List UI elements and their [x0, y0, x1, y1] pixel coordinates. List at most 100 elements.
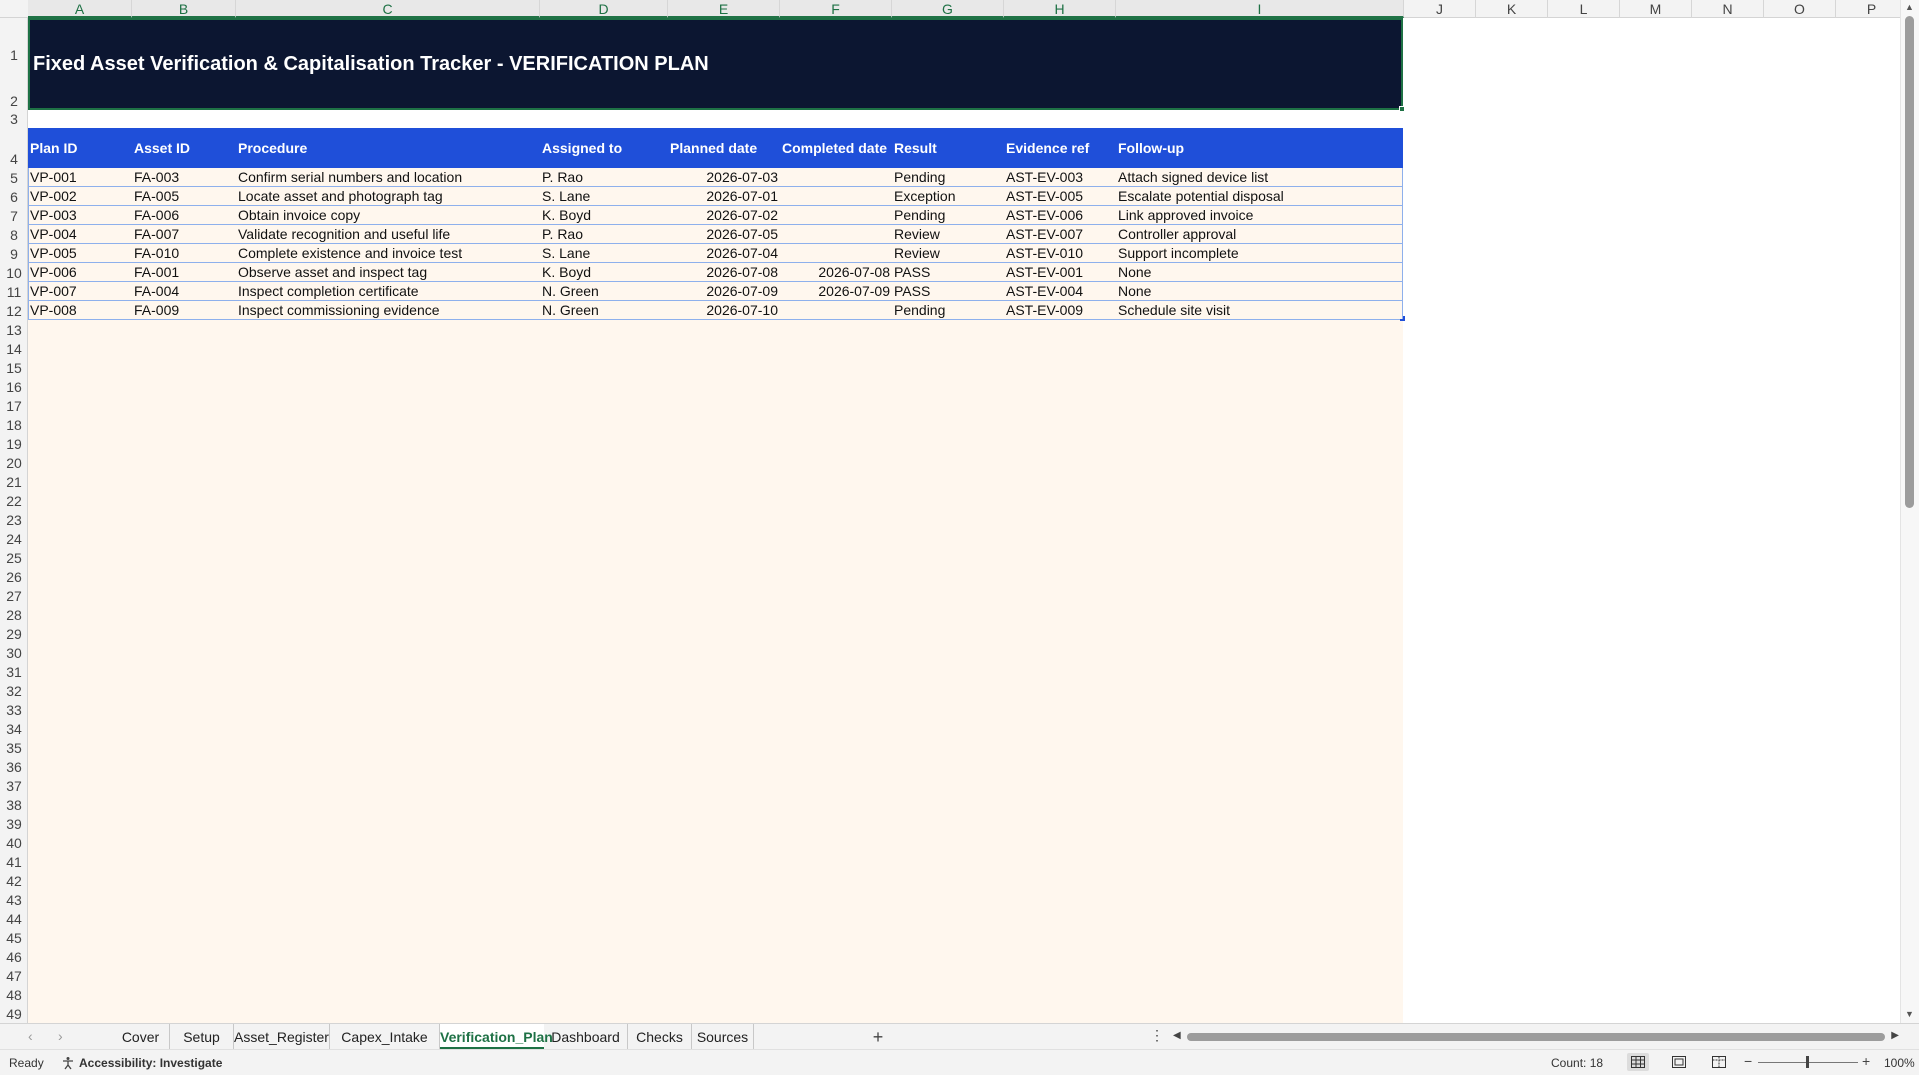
table-cell[interactable]: FA-003: [132, 168, 236, 187]
row-header[interactable]: 24: [0, 529, 27, 548]
table-cell[interactable]: FA-007: [132, 225, 236, 244]
row-header[interactable]: 38: [0, 795, 27, 814]
row-header[interactable]: 44: [0, 909, 27, 928]
column-header[interactable]: G: [892, 0, 1004, 18]
row-header[interactable]: 17: [0, 396, 27, 415]
table-cell[interactable]: PASS: [892, 263, 1004, 282]
row-header[interactable]: 27: [0, 586, 27, 605]
table-cell[interactable]: VP-008: [28, 301, 132, 320]
row-header[interactable]: 46: [0, 947, 27, 966]
scroll-down-icon[interactable]: ▼: [1905, 1009, 1914, 1019]
table-cell[interactable]: S. Lane: [540, 244, 668, 263]
table-cell[interactable]: 2026-07-03: [668, 168, 780, 187]
next-sheet-icon[interactable]: ›: [58, 1028, 63, 1044]
row-header[interactable]: 39: [0, 814, 27, 833]
page-layout-view-button[interactable]: [1668, 1053, 1690, 1071]
table-cell[interactable]: None: [1116, 282, 1403, 301]
table-cell[interactable]: FA-001: [132, 263, 236, 282]
row-header[interactable]: 45: [0, 928, 27, 947]
row-header[interactable]: 41: [0, 852, 27, 871]
table-cell[interactable]: AST-EV-010: [1004, 244, 1116, 263]
table-cell[interactable]: N. Green: [540, 301, 668, 320]
sheet-tab[interactable]: Asset_Register: [234, 1024, 330, 1050]
worksheet-grid[interactable]: Fixed Asset Verification & Capitalisatio…: [28, 18, 1900, 1023]
title-cell[interactable]: Fixed Asset Verification & Capitalisatio…: [28, 18, 1405, 112]
vertical-scroll-thumb[interactable]: [1905, 16, 1914, 508]
row-header[interactable]: 8: [0, 225, 27, 244]
column-header[interactable]: E: [668, 0, 780, 18]
sheet-tab[interactable]: Checks: [628, 1024, 692, 1050]
column-header[interactable]: C: [236, 0, 540, 18]
table-cell[interactable]: Escalate potential disposal: [1116, 187, 1403, 206]
row-header[interactable]: 37: [0, 776, 27, 795]
column-header[interactable]: J: [1404, 0, 1476, 18]
row-header[interactable]: 43: [0, 890, 27, 909]
row-header[interactable]: 4: [0, 128, 27, 168]
table-cell[interactable]: P. Rao: [540, 225, 668, 244]
table-cell[interactable]: Observe asset and inspect tag: [236, 263, 540, 282]
table-cell[interactable]: FA-009: [132, 301, 236, 320]
table-cell[interactable]: VP-003: [28, 206, 132, 225]
table-cell[interactable]: Exception: [892, 187, 1004, 206]
column-header[interactable]: K: [1476, 0, 1548, 18]
column-header[interactable]: H: [1004, 0, 1116, 18]
table-resize-handle[interactable]: [1400, 316, 1405, 321]
plus-icon[interactable]: +: [868, 1024, 888, 1050]
table-cell[interactable]: AST-EV-009: [1004, 301, 1116, 320]
table-cell[interactable]: VP-001: [28, 168, 132, 187]
column-header[interactable]: L: [1548, 0, 1620, 18]
column-heading[interactable]: Evidence ref: [1004, 128, 1116, 168]
table-cell[interactable]: Pending: [892, 206, 1004, 225]
table-cell[interactable]: 2026-07-08: [780, 263, 892, 282]
table-cell[interactable]: Locate asset and photograph tag: [236, 187, 540, 206]
table-cell[interactable]: 2026-07-09: [668, 282, 780, 301]
table-cell[interactable]: FA-005: [132, 187, 236, 206]
table-cell[interactable]: AST-EV-005: [1004, 187, 1116, 206]
sheet-tab[interactable]: Capex_Intake: [330, 1024, 440, 1050]
table-cell[interactable]: Inspect commissioning evidence: [236, 301, 540, 320]
row-header[interactable]: 3: [0, 110, 27, 128]
row-header[interactable]: 25: [0, 548, 27, 567]
row-header[interactable]: 26: [0, 567, 27, 586]
row-header[interactable]: 13: [0, 320, 27, 339]
row-header[interactable]: 21: [0, 472, 27, 491]
table-cell[interactable]: Complete existence and invoice test: [236, 244, 540, 263]
table-cell[interactable]: VP-002: [28, 187, 132, 206]
table-cell[interactable]: AST-EV-004: [1004, 282, 1116, 301]
table-cell[interactable]: 2026-07-02: [668, 206, 780, 225]
table-cell[interactable]: FA-006: [132, 206, 236, 225]
column-header[interactable]: M: [1620, 0, 1692, 18]
table-cell[interactable]: P. Rao: [540, 168, 668, 187]
table-cell[interactable]: VP-007: [28, 282, 132, 301]
row-header[interactable]: 18: [0, 415, 27, 434]
scroll-right-icon[interactable]: ▶: [1891, 1030, 1899, 1041]
column-header[interactable]: N: [1692, 0, 1764, 18]
table-cell[interactable]: Pending: [892, 168, 1004, 187]
row-header[interactable]: 31: [0, 662, 27, 681]
row-header[interactable]: 15: [0, 358, 27, 377]
row-header[interactable]: 34: [0, 719, 27, 738]
column-heading[interactable]: Plan ID: [28, 128, 132, 168]
table-cell[interactable]: S. Lane: [540, 187, 668, 206]
table-cell[interactable]: Obtain invoice copy: [236, 206, 540, 225]
accessibility-status[interactable]: Accessibility: Investigate: [61, 1056, 222, 1070]
row-header[interactable]: 19: [0, 434, 27, 453]
row-header[interactable]: 42: [0, 871, 27, 890]
table-cell[interactable]: Controller approval: [1116, 225, 1403, 244]
fill-handle[interactable]: [1399, 106, 1405, 112]
table-cell[interactable]: FA-004: [132, 282, 236, 301]
scroll-up-icon[interactable]: ▲: [1905, 2, 1914, 12]
table-cell[interactable]: Schedule site visit: [1116, 301, 1403, 320]
row-header[interactable]: 9: [0, 244, 27, 263]
zoom-in-icon[interactable]: +: [1862, 1053, 1870, 1069]
table-cell[interactable]: K. Boyd: [540, 206, 668, 225]
table-cell[interactable]: 2026-07-08: [668, 263, 780, 282]
row-header[interactable]: 7: [0, 206, 27, 225]
row-header[interactable]: 29: [0, 624, 27, 643]
table-cell[interactable]: [780, 187, 892, 206]
table-cell[interactable]: [780, 206, 892, 225]
row-header[interactable]: 2: [0, 64, 27, 110]
table-cell[interactable]: [780, 244, 892, 263]
row-header[interactable]: 23: [0, 510, 27, 529]
table-cell[interactable]: Review: [892, 225, 1004, 244]
